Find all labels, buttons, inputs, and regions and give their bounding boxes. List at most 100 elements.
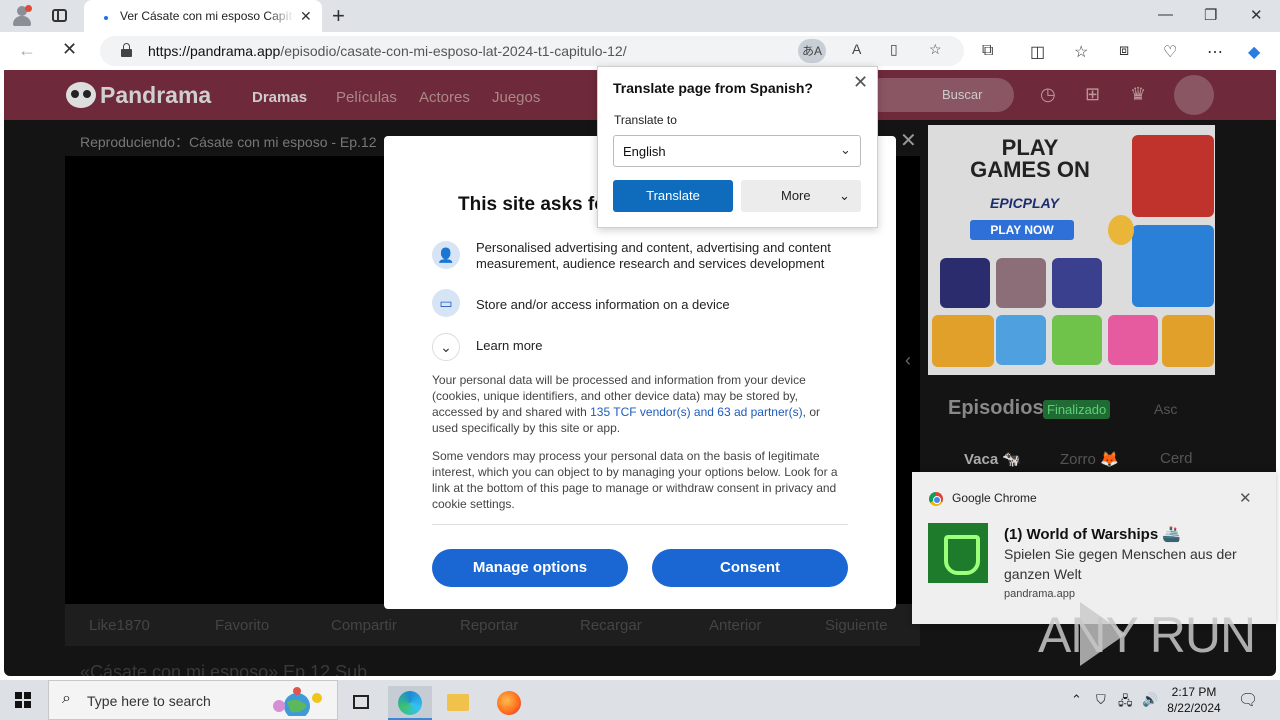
- firefox-icon[interactable]: [486, 686, 530, 720]
- close-window-icon[interactable]: ✕: [1250, 6, 1263, 24]
- consent-button[interactable]: Consent: [652, 549, 848, 587]
- more-menu-icon[interactable]: ⋯: [1207, 42, 1223, 62]
- extensions-icon[interactable]: ⧉: [982, 42, 993, 60]
- categories-icon[interactable]: ⊞: [1085, 84, 1100, 105]
- ad-game-tile[interactable]: [1132, 135, 1214, 217]
- browser-tab[interactable]: Ver Cásate con mi esposo Capítulo 12 ✕: [84, 0, 322, 32]
- site-logo[interactable]: Pandrama: [100, 82, 211, 109]
- new-tab-icon[interactable]: +: [332, 3, 345, 29]
- translate-popup: Translate page from Spanish? ✕ Translate…: [597, 66, 878, 228]
- ad-game-tile[interactable]: [1052, 258, 1102, 308]
- address-bar[interactable]: https://pandrama.app/episodio/casate-con…: [100, 36, 964, 66]
- translate-title: Translate page from Spanish?: [613, 80, 813, 96]
- network-icon[interactable]: 🖧: [1118, 692, 1133, 714]
- windows-start-icon[interactable]: [15, 692, 31, 708]
- split-screen-icon[interactable]: ◫: [1030, 42, 1045, 62]
- ad-game-tile[interactable]: [940, 258, 990, 308]
- nav-actores[interactable]: Actores: [419, 89, 470, 106]
- user-avatar-icon[interactable]: [1174, 75, 1214, 115]
- read-aloud-icon[interactable]: A: [852, 41, 861, 57]
- volume-icon[interactable]: 🔊: [1142, 692, 1158, 708]
- next-button[interactable]: Siguiente: [825, 617, 888, 634]
- ad-play-now-button[interactable]: PLAY NOW: [970, 220, 1074, 240]
- ad-coin: [1108, 215, 1134, 245]
- person-icon: 👤: [432, 241, 460, 269]
- lock-icon[interactable]: [121, 43, 132, 57]
- vendors-link[interactable]: 135 TCF vendor(s) and 63 ad partner(s): [590, 405, 803, 419]
- show-hidden-icons[interactable]: ⌃: [1071, 692, 1082, 708]
- url-text[interactable]: https://pandrama.app/episodio/casate-con…: [148, 43, 627, 59]
- episode-tab-cerdo[interactable]: Cerd: [1160, 450, 1193, 467]
- translate-close-icon[interactable]: ✕: [853, 72, 868, 93]
- overlay-close-icon[interactable]: ✕: [900, 128, 917, 153]
- restore-icon[interactable]: ❐: [1204, 6, 1217, 24]
- nav-juegos[interactable]: Juegos: [492, 89, 540, 106]
- anyrun-watermark: ANY RUN: [1038, 607, 1256, 663]
- copilot-icon[interactable]: ◆: [1248, 42, 1260, 62]
- episode-tab-zorro[interactable]: Zorro 🦊: [1060, 450, 1119, 468]
- share-button[interactable]: Compartir: [331, 617, 397, 634]
- nav-peliculas[interactable]: Películas: [336, 89, 397, 106]
- notification-source: pandrama.app: [1004, 588, 1075, 600]
- tab-close-icon[interactable]: ✕: [300, 8, 312, 25]
- crown-icon[interactable]: ♛: [1130, 84, 1146, 105]
- consent-paragraph-2: Some vendors may process your personal d…: [432, 449, 838, 511]
- ad-game-tile[interactable]: [1132, 225, 1214, 307]
- status-badge: Finalizado: [1043, 400, 1111, 419]
- collections-icon[interactable]: ⧈: [1119, 42, 1129, 60]
- chevron-left-icon[interactable]: ‹: [905, 350, 911, 371]
- translate-button[interactable]: Translate: [613, 180, 733, 212]
- sort-asc-button[interactable]: Asc: [1154, 401, 1177, 417]
- ad-game-tile[interactable]: [1052, 315, 1102, 365]
- manage-options-button[interactable]: Manage options: [432, 549, 628, 587]
- language-select[interactable]: English ⌄: [613, 135, 861, 167]
- chevron-down-icon[interactable]: ⌄: [432, 333, 460, 361]
- report-button[interactable]: Reportar: [460, 617, 518, 634]
- panda-logo-icon[interactable]: [66, 82, 96, 108]
- tab-actions-icon[interactable]: [52, 9, 67, 22]
- profile-icon[interactable]: [12, 5, 32, 27]
- game-ad[interactable]: PLAY GAMES ON EPICPLAY PLAY NOW: [928, 125, 1215, 375]
- previous-button[interactable]: Anterior: [709, 617, 762, 634]
- like-button[interactable]: Like1870: [89, 617, 150, 634]
- translate-icon[interactable]: あA: [798, 39, 826, 63]
- notification-body: Spielen Sie gegen Menschen aus der ganze…: [1004, 546, 1237, 582]
- episode-tab-vaca[interactable]: Vaca 🐄: [964, 450, 1021, 468]
- episode-heading: «Cásate con mi esposo» Ep.12 Sub: [80, 662, 368, 676]
- chrome-icon: [929, 492, 943, 506]
- episodes-title: Episodios: [948, 397, 1044, 419]
- ad-game-tile[interactable]: [996, 315, 1046, 365]
- taskbar-clock[interactable]: 2:17 PM 8/22/2024: [1166, 684, 1222, 716]
- history-icon[interactable]: ◷: [1040, 84, 1056, 105]
- consent-purpose-storage: Store and/or access information on a dev…: [476, 297, 730, 312]
- task-view-icon[interactable]: [340, 686, 384, 720]
- taskbar-search-input[interactable]: ⌕ Type here to search: [48, 680, 338, 720]
- player-actions: Like1870 Favorito Compartir Reportar Rec…: [65, 604, 920, 646]
- file-explorer-icon[interactable]: [436, 686, 480, 720]
- security-icon[interactable]: ⛉: [1096, 692, 1106, 708]
- notifications-icon[interactable]: 🗨: [1238, 690, 1258, 710]
- favorite-button[interactable]: Favorito: [215, 617, 269, 634]
- search-highlight-icon: [273, 687, 322, 716]
- ad-game-tile[interactable]: [1108, 315, 1158, 365]
- ad-coin: [932, 315, 994, 367]
- ad-title: PLAY GAMES ON: [970, 135, 1090, 182]
- back-icon[interactable]: ←: [18, 40, 36, 61]
- minimize-icon[interactable]: —: [1158, 6, 1173, 23]
- browser-essentials-icon[interactable]: ♡: [1163, 42, 1177, 62]
- learn-more-link[interactable]: Learn more: [476, 338, 846, 354]
- reader-view-icon[interactable]: ▯: [890, 41, 898, 58]
- nav-dramas[interactable]: Dramas: [252, 89, 307, 106]
- reload-button[interactable]: Recargar: [580, 617, 642, 634]
- ad-game-tile[interactable]: [996, 258, 1046, 308]
- favorites-icon[interactable]: ☆: [1074, 42, 1088, 62]
- more-button[interactable]: More ⌄: [741, 180, 861, 212]
- taskbar-search-placeholder: Type here to search: [87, 693, 211, 709]
- stop-loading-icon[interactable]: ✕: [62, 39, 77, 60]
- translate-to-label: Translate to: [614, 113, 677, 127]
- notification-app: Google Chrome: [952, 491, 1037, 505]
- favorite-star-icon[interactable]: ☆: [929, 41, 942, 58]
- notification-close-icon[interactable]: ✕: [1239, 489, 1252, 507]
- edge-taskbar-icon[interactable]: [388, 686, 432, 720]
- site-search-input[interactable]: Buscar: [864, 78, 1014, 112]
